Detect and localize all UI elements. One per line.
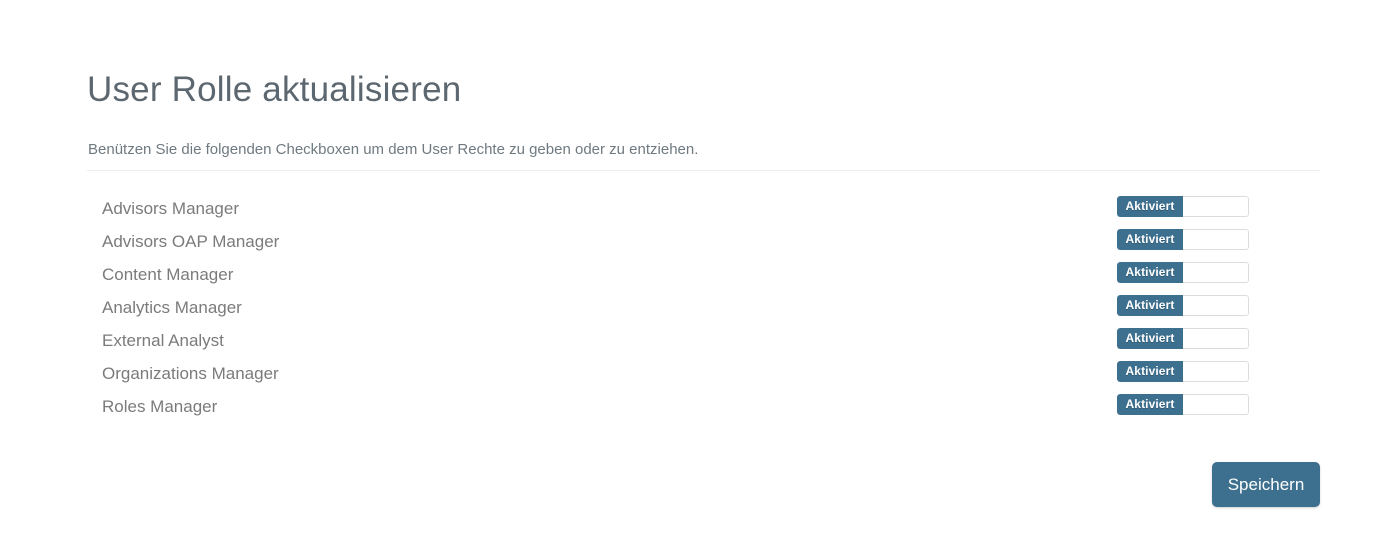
permission-toggle[interactable]: Aktiviert — [1117, 295, 1249, 316]
toggle-on-segment[interactable]: Aktiviert — [1117, 196, 1183, 217]
page-title: User Rolle aktualisieren — [87, 70, 462, 110]
toggle-on-segment[interactable]: Aktiviert — [1117, 229, 1183, 250]
permission-toggle[interactable]: Aktiviert — [1117, 328, 1249, 349]
permission-toggle[interactable]: Aktiviert — [1117, 196, 1249, 217]
toggle-off-segment[interactable] — [1183, 394, 1249, 415]
toggle-off-segment[interactable] — [1183, 295, 1249, 316]
permissions-list: Advisors Manager Aktiviert Advisors OAP Ma… — [0, 196, 1400, 427]
permission-label: Content Manager — [102, 265, 234, 284]
user-role-update-page: User Rolle aktualisieren Benützen Sie di… — [0, 0, 1400, 556]
permission-toggle[interactable]: Aktiviert — [1117, 361, 1249, 382]
permission-row: External Analyst Aktiviert — [0, 328, 1400, 361]
permission-toggle[interactable]: Aktiviert — [1117, 229, 1249, 250]
permission-label: External Analyst — [102, 331, 224, 350]
toggle-off-segment[interactable] — [1183, 229, 1249, 250]
permission-row: Analytics Manager Aktiviert — [0, 295, 1400, 328]
header-divider — [87, 170, 1320, 171]
permission-row: Organizations Manager Aktiviert — [0, 361, 1400, 394]
permission-toggle[interactable]: Aktiviert — [1117, 262, 1249, 283]
permission-label: Advisors OAP Manager — [102, 232, 280, 251]
toggle-on-segment[interactable]: Aktiviert — [1117, 295, 1183, 316]
toggle-off-segment[interactable] — [1183, 262, 1249, 283]
permission-label: Organizations Manager — [102, 364, 279, 383]
permission-row: Advisors Manager Aktiviert — [0, 196, 1400, 229]
toggle-on-segment[interactable]: Aktiviert — [1117, 394, 1183, 415]
toggle-off-segment[interactable] — [1183, 196, 1249, 217]
permission-label: Roles Manager — [102, 397, 218, 416]
permission-toggle[interactable]: Aktiviert — [1117, 394, 1249, 415]
toggle-on-segment[interactable]: Aktiviert — [1117, 328, 1183, 349]
permission-label: Analytics Manager — [102, 298, 242, 317]
permission-row: Content Manager Aktiviert — [0, 262, 1400, 295]
toggle-on-segment[interactable]: Aktiviert — [1117, 361, 1183, 382]
toggle-off-segment[interactable] — [1183, 361, 1249, 382]
page-subtitle: Benützen Sie die folgenden Checkboxen um… — [88, 141, 699, 158]
toggle-on-segment[interactable]: Aktiviert — [1117, 262, 1183, 283]
save-button[interactable]: Speichern — [1212, 462, 1320, 507]
permission-label: Advisors Manager — [102, 199, 240, 218]
permission-row: Advisors OAP Manager Aktiviert — [0, 229, 1400, 262]
permission-row: Roles Manager Aktiviert — [0, 394, 1400, 427]
toggle-off-segment[interactable] — [1183, 328, 1249, 349]
